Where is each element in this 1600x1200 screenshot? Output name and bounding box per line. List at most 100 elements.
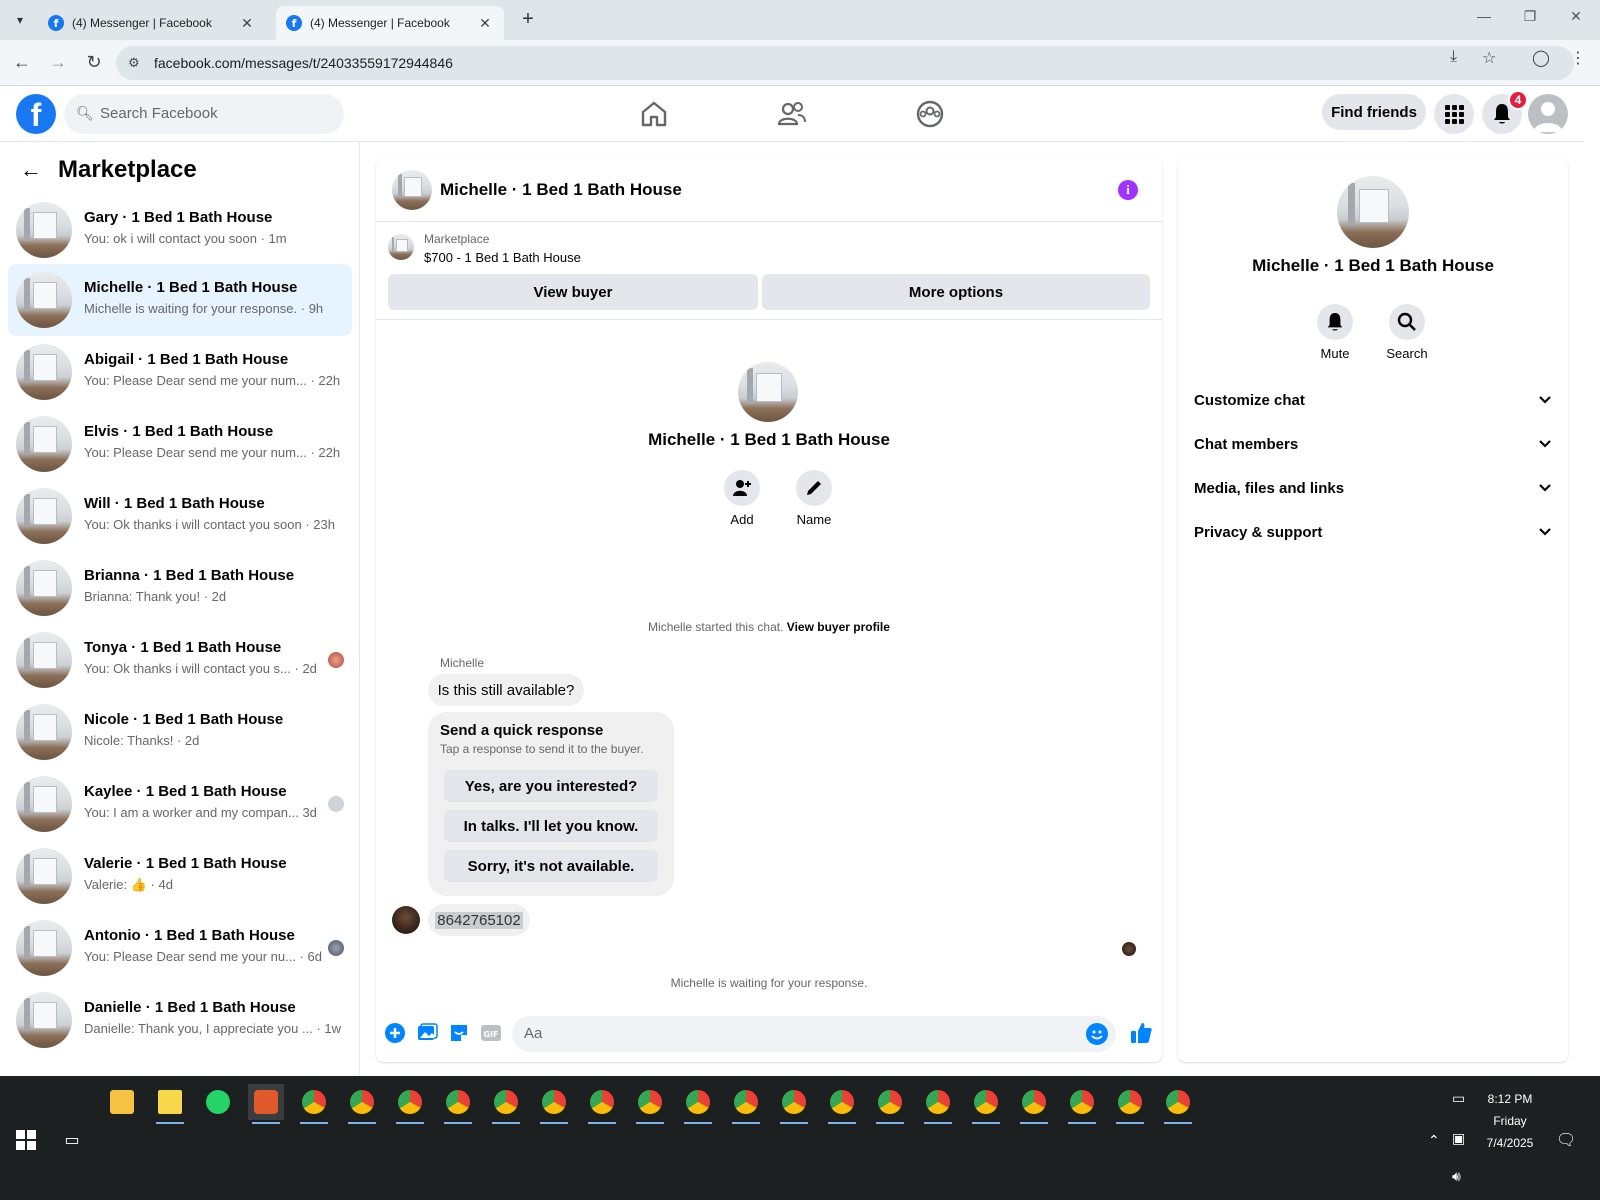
seen-avatar [328, 796, 344, 812]
conversation-item[interactable]: Gary · 1 Bed 1 Bath House You: ok i will… [8, 194, 352, 266]
reload-icon[interactable]: ↻ [82, 52, 106, 73]
facebook-logo-icon[interactable]: f [16, 94, 56, 134]
conversation-item[interactable]: Tonya · 1 Bed 1 Bath House You: Ok thank… [8, 624, 352, 696]
site-info-icon[interactable]: ⚙ [128, 55, 140, 71]
chrome-icon[interactable] [296, 1084, 332, 1124]
chrome-icon[interactable] [824, 1084, 860, 1124]
new-tab-icon[interactable]: + [516, 8, 540, 31]
browser-tab[interactable]: f (4) Messenger | Facebook ✕ [38, 6, 266, 40]
conversation-item[interactable]: Kaylee · 1 Bed 1 Bath House You: I am a … [8, 768, 352, 840]
gif-icon[interactable]: GIF [480, 1022, 502, 1044]
chrome-icon[interactable] [1064, 1084, 1100, 1124]
tab-search-icon[interactable]: ▾ [8, 8, 32, 32]
chrome-icon[interactable] [1160, 1084, 1196, 1124]
name-button[interactable]: Name [789, 470, 839, 527]
emoji-icon[interactable] [1086, 1023, 1108, 1045]
chrome-icon[interactable] [776, 1084, 812, 1124]
conversation-item[interactable]: Abigail · 1 Bed 1 Bath House You: Please… [8, 336, 352, 408]
avatar [16, 272, 72, 328]
chrome-icon[interactable] [632, 1084, 668, 1124]
clock-time[interactable]: 8:12 PM [1480, 1092, 1540, 1106]
mute-button[interactable]: Mute [1305, 304, 1365, 361]
sticker-icon[interactable] [448, 1022, 470, 1044]
chrome-icon[interactable] [968, 1084, 1004, 1124]
chrome-icon[interactable] [536, 1084, 572, 1124]
chrome-icon[interactable] [584, 1084, 620, 1124]
meet-now-icon[interactable]: ▣ [1452, 1130, 1465, 1147]
chrome-icon[interactable] [440, 1084, 476, 1124]
browser-menu-icon[interactable]: ⋮ [1570, 48, 1586, 68]
quick-reply-button[interactable]: Sorry, it's not available. [444, 850, 658, 882]
forward-icon[interactable]: → [46, 52, 70, 73]
conversation-item[interactable]: Valerie · 1 Bed 1 Bath House Valerie: 👍 … [8, 840, 352, 912]
profile-icon[interactable]: ◯ [1532, 48, 1550, 68]
view-buyer-profile-link[interactable]: View buyer profile [787, 620, 890, 634]
tab-close-icon[interactable]: ✕ [476, 15, 494, 32]
avatar[interactable] [392, 170, 432, 210]
search-input[interactable]: 🔍︎ Search Facebook [64, 94, 344, 134]
chrome-icon[interactable] [392, 1084, 428, 1124]
privacy-support-row[interactable]: Privacy & support [1194, 512, 1552, 552]
quick-reply-button[interactable]: In talks. I'll let you know. [444, 810, 658, 842]
tab-close-icon[interactable]: ✕ [238, 15, 256, 32]
bookmark-star-icon[interactable]: ☆ [1482, 48, 1496, 68]
sticky-notes-icon[interactable] [152, 1084, 188, 1124]
windows-start-icon[interactable] [16, 1130, 36, 1150]
info-icon[interactable]: i [1118, 180, 1138, 200]
chat-title[interactable]: Michelle · 1 Bed 1 Bath House [440, 180, 682, 200]
page-scrollbar[interactable] [1584, 86, 1600, 1076]
chrome-icon[interactable] [344, 1084, 380, 1124]
add-button[interactable]: Add [717, 470, 767, 527]
plus-circle-icon[interactable] [384, 1022, 406, 1044]
install-app-icon[interactable]: ⤓ [1450, 48, 1457, 66]
quick-reply-button[interactable]: Yes, are you interested? [444, 770, 658, 802]
restore-icon[interactable]: ❐ [1520, 8, 1540, 25]
browser-tab-active[interactable]: f (4) Messenger | Facebook ✕ [276, 6, 504, 40]
back-icon[interactable]: ← [10, 52, 34, 73]
chrome-icon[interactable] [488, 1084, 524, 1124]
more-options-button[interactable]: More options [762, 274, 1150, 310]
groups-icon[interactable] [914, 98, 946, 130]
chrome-icon[interactable] [728, 1084, 764, 1124]
file-explorer-icon[interactable] [104, 1084, 140, 1120]
chrome-icon[interactable] [1112, 1084, 1148, 1124]
search-button[interactable]: Search [1377, 304, 1437, 361]
message-input[interactable]: Aa [512, 1016, 1116, 1052]
conversation-item[interactable]: Will · 1 Bed 1 Bath House You: Ok thanks… [8, 480, 352, 552]
minimize-icon[interactable]: — [1474, 8, 1494, 24]
conversation-item-active[interactable]: Michelle · 1 Bed 1 Bath House Michelle i… [8, 264, 352, 336]
chat-members-row[interactable]: Chat members [1194, 424, 1552, 464]
network-icon[interactable]: ▭ [1452, 1090, 1465, 1107]
show-hidden-icons-icon[interactable]: ⌃ [1428, 1132, 1440, 1149]
view-buyer-button[interactable]: View buyer [388, 274, 758, 310]
sidebar-title: Marketplace [58, 156, 197, 183]
conversation-item[interactable]: Nicole · 1 Bed 1 Bath House Nicole: Than… [8, 696, 352, 768]
chrome-icon[interactable] [920, 1084, 956, 1124]
conversation-item[interactable]: Brianna · 1 Bed 1 Bath House Brianna: Th… [8, 552, 352, 624]
notifications-icon[interactable]: 🗨︎ [1556, 1130, 1576, 1150]
menu-grid-icon[interactable] [1434, 94, 1474, 134]
like-thumb-icon[interactable] [1128, 1022, 1154, 1044]
close-window-icon[interactable]: ✕ [1566, 8, 1586, 25]
whatsapp-icon[interactable] [200, 1084, 236, 1120]
find-friends-button[interactable]: Find friends [1322, 94, 1426, 130]
home-icon[interactable] [638, 98, 670, 130]
chrome-icon[interactable] [1016, 1084, 1052, 1124]
photo-icon[interactable] [416, 1022, 438, 1044]
message-bubble: Is this still available? [428, 674, 584, 706]
chat-panel: Michelle · 1 Bed 1 Bath House i Marketpl… [376, 158, 1162, 1062]
conversation-item[interactable]: Antonio · 1 Bed 1 Bath House You: Please… [8, 912, 352, 984]
conversation-item[interactable]: Elvis · 1 Bed 1 Bath House You: Please D… [8, 408, 352, 480]
pinned-app-icon[interactable] [248, 1084, 284, 1124]
customize-chat-row[interactable]: Customize chat [1194, 380, 1552, 420]
media-files-links-row[interactable]: Media, files and links [1194, 468, 1552, 508]
chrome-icon[interactable] [872, 1084, 908, 1124]
volume-icon[interactable]: 🔊︎ [1452, 1168, 1461, 1185]
task-view-icon[interactable]: ▭ [54, 1122, 90, 1158]
conversation-item[interactable]: Danielle · 1 Bed 1 Bath House Danielle: … [8, 984, 352, 1056]
back-arrow-icon[interactable]: ← [20, 157, 42, 183]
url-field[interactable]: ⚙ facebook.com/messages/t/24033559172944… [116, 46, 1574, 80]
friends-icon[interactable] [776, 98, 808, 130]
chrome-icon[interactable] [680, 1084, 716, 1124]
account-avatar[interactable] [1528, 94, 1568, 134]
